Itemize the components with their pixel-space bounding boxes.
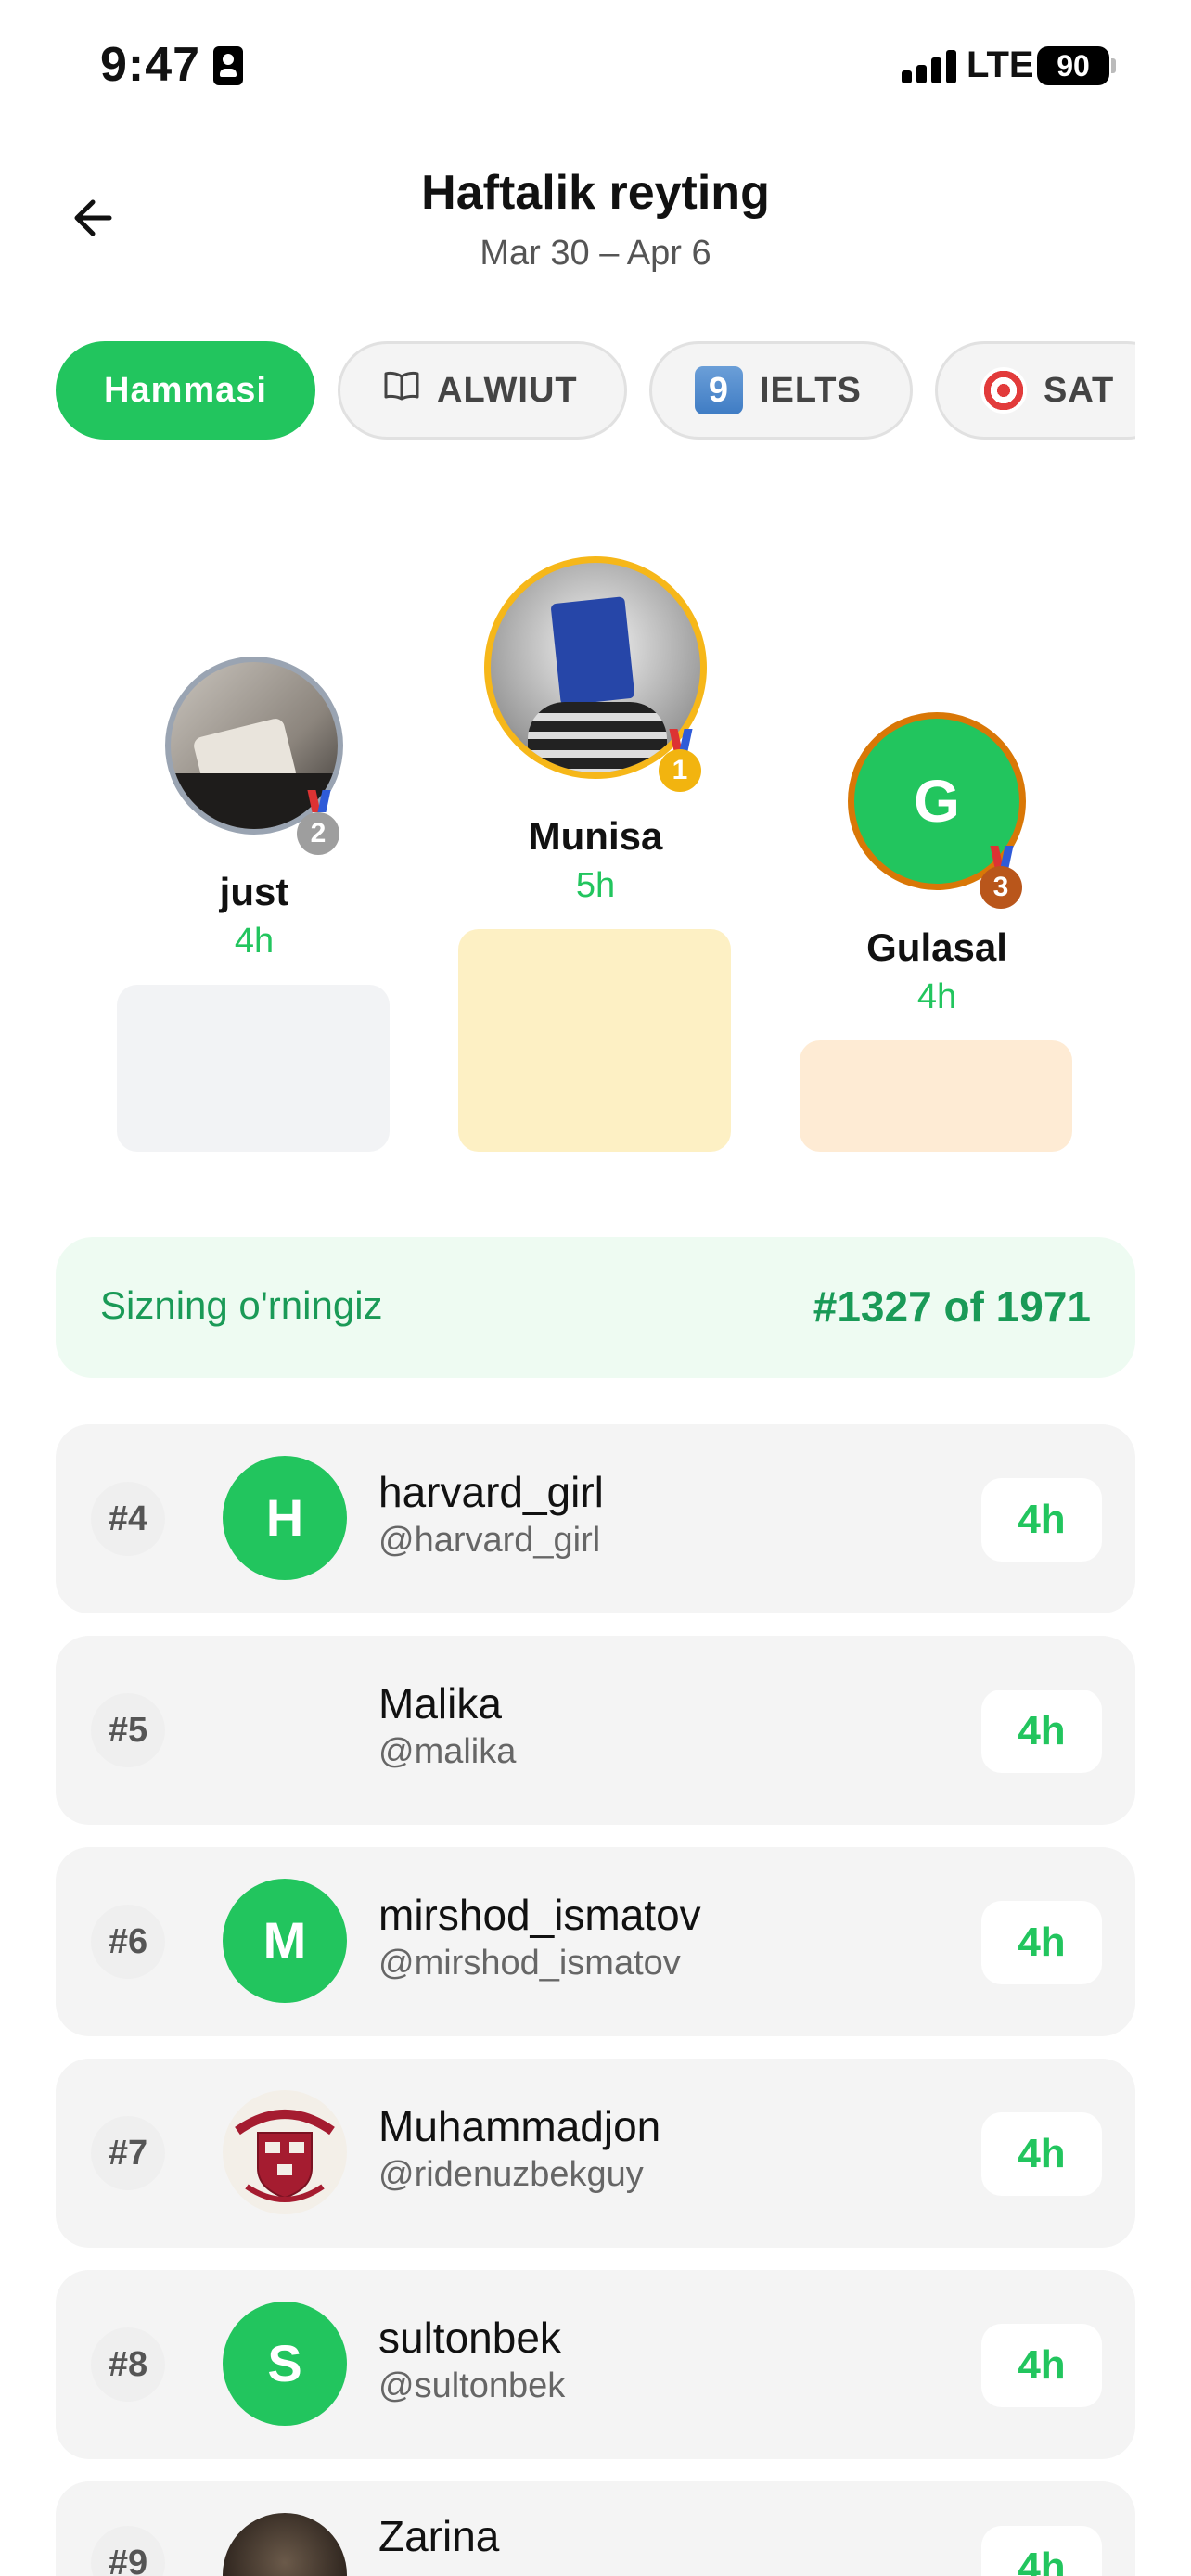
medal-ribbon <box>309 790 329 812</box>
list-item[interactable]: #4 H harvard_girl @harvard_girl 4h <box>56 1424 1135 1613</box>
podium-block-first <box>458 929 731 1152</box>
podium-score: 5h <box>575 866 616 905</box>
avatar <box>223 1667 347 1792</box>
user-name: Zarina <box>378 2512 500 2560</box>
user-score: 4h <box>981 1690 1102 1773</box>
tab-label: IELTS <box>760 370 862 410</box>
medal-gold-icon: 1 <box>659 749 701 792</box>
rank-number: #9 <box>91 2526 165 2576</box>
podium-score: 4h <box>234 922 275 961</box>
keycap-nine-icon: 9 <box>695 366 743 414</box>
podium-block-second <box>117 985 390 1152</box>
list-item[interactable]: #9 Zarina 4h <box>56 2481 1135 2576</box>
avatar: H <box>223 1456 347 1580</box>
user-score: 4h <box>981 2112 1102 2196</box>
user-name: Muhammadjon <box>378 2102 661 2150</box>
user-handle: @malika <box>378 1732 517 1771</box>
avatar <box>223 2513 347 2576</box>
status-time: 9:47 <box>100 38 201 92</box>
user-score: 4h <box>981 2324 1102 2407</box>
status-bar: 9:47 LTE 90 <box>0 0 1191 130</box>
list-item[interactable]: #7 Muhammadjon @ridenuzbekguy 4h <box>56 2059 1135 2248</box>
user-name: Malika <box>378 1679 502 1728</box>
battery-indicator: 90 <box>1037 46 1109 85</box>
tab-label: SAT <box>1044 370 1115 410</box>
my-rank-label: Sizning o'rningiz <box>100 1283 383 1327</box>
user-score: 4h <box>981 1478 1102 1562</box>
tab-ielts[interactable]: 9 IELTS <box>649 341 913 440</box>
medal-silver-icon: 2 <box>297 812 339 855</box>
book-icon <box>383 370 420 411</box>
avatar: S <box>223 2302 347 2426</box>
filter-tabs: Hammasi ALWIUT 9 IELTS SAT <box>56 341 1135 441</box>
user-score: 4h <box>981 2526 1102 2576</box>
podium-block-third <box>800 1040 1072 1152</box>
page-title: Haftalik reyting <box>421 166 770 220</box>
tab-label: Hammasi <box>104 370 267 410</box>
network-type: LTE <box>967 45 1034 85</box>
medal-bronze-icon: 3 <box>980 866 1022 909</box>
rank-number: #8 <box>91 2327 165 2402</box>
podium-name: just <box>219 870 289 913</box>
tab-sat[interactable]: SAT <box>935 341 1135 440</box>
list-item[interactable]: #8 S sultonbek @sultonbek 4h <box>56 2270 1135 2459</box>
user-handle: @mirshod_ismatov <box>378 1944 681 1983</box>
my-rank-card: Sizning o'rningiz #1327 of 1971 <box>56 1237 1135 1378</box>
list-item[interactable]: #5 Malika @malika 4h <box>56 1636 1135 1825</box>
user-name: sultonbek <box>378 2314 561 2362</box>
user-name: mirshod_ismatov <box>378 1891 701 1939</box>
cellular-signal-icon <box>902 50 957 83</box>
user-score: 4h <box>981 1901 1102 1984</box>
medal-ribbon <box>992 846 1012 868</box>
tab-hammasi[interactable]: Hammasi <box>56 341 315 440</box>
contact-card-icon <box>213 46 243 85</box>
tab-alwiut[interactable]: ALWIUT <box>338 341 627 440</box>
rank-number: #4 <box>91 1482 165 1556</box>
date-range: Mar 30 – Apr 6 <box>480 234 711 273</box>
harvard-crest-icon <box>223 2090 347 2214</box>
medal-ribbon <box>671 729 691 751</box>
podium-name: Gulasal <box>866 925 1007 969</box>
podium-score: 4h <box>916 977 957 1016</box>
podium-name: Munisa <box>528 814 663 858</box>
rank-number: #7 <box>91 2116 165 2190</box>
rank-number: #6 <box>91 1905 165 1979</box>
target-icon <box>980 367 1027 414</box>
avatar: M <box>223 1879 347 2003</box>
tab-label: ALWIUT <box>437 370 578 410</box>
user-handle: @ridenuzbekguy <box>378 2155 644 2194</box>
battery-tip <box>1111 58 1116 73</box>
user-handle: @sultonbek <box>378 2366 566 2405</box>
user-name: harvard_girl <box>378 1468 604 1516</box>
user-handle: @harvard_girl <box>378 1521 601 1560</box>
my-rank-value: #1327 of 1971 <box>813 1282 1091 1331</box>
list-item[interactable]: #6 M mirshod_ismatov @mirshod_ismatov 4h <box>56 1847 1135 2036</box>
rank-number: #5 <box>91 1693 165 1767</box>
